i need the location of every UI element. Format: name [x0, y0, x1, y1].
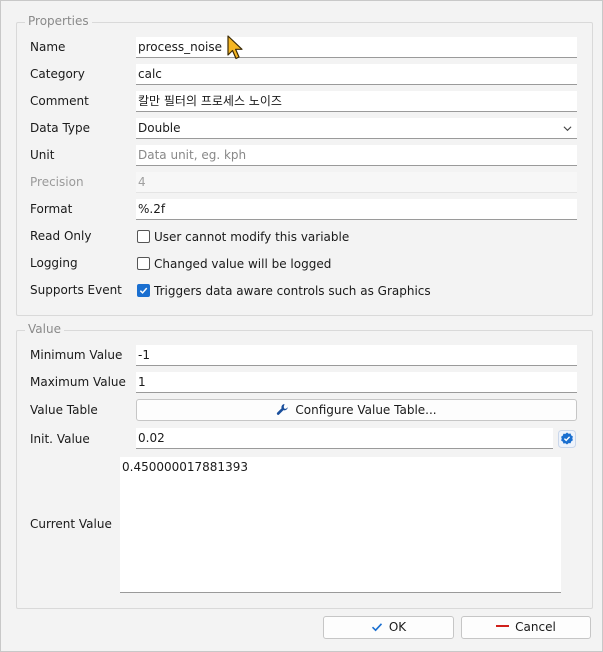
cursor-pointer-icon: [227, 35, 243, 60]
properties-group: Properties Name process_noise Category c…: [16, 14, 593, 316]
unit-field[interactable]: Data unit, eg. kph: [136, 145, 577, 166]
comment-label: Comment: [30, 94, 89, 108]
current-value-textarea[interactable]: 0.450000017881393: [120, 457, 561, 593]
configure-value-table-button[interactable]: Configure Value Table...: [136, 399, 577, 421]
precision-field: 4: [136, 172, 577, 193]
ok-button[interactable]: OK: [323, 616, 454, 639]
format-field[interactable]: %.2f: [136, 199, 577, 220]
supports-event-checkbox[interactable]: Triggers data aware controls such as Gra…: [137, 280, 431, 302]
check-icon: [139, 287, 148, 294]
current-value-label: Current Value: [30, 517, 112, 531]
value-group-title: Value: [25, 322, 64, 336]
name-label: Name: [30, 40, 66, 54]
min-value-label: Minimum Value: [30, 348, 123, 362]
current-value-text: 0.450000017881393: [122, 460, 248, 474]
category-field[interactable]: calc: [136, 64, 577, 85]
supports-event-checkbox-box[interactable]: [137, 284, 150, 297]
format-label: Format: [30, 202, 73, 216]
unit-label: Unit: [30, 148, 55, 162]
init-value-label: Init. Value: [30, 432, 90, 446]
verified-badge-icon[interactable]: [558, 430, 576, 448]
wrench-icon: [277, 403, 289, 415]
read-only-checkbox[interactable]: User cannot modify this variable: [137, 226, 349, 248]
cancel-button[interactable]: Cancel: [461, 616, 591, 639]
precision-label: Precision: [30, 175, 84, 189]
chevron-down-icon: [563, 126, 572, 132]
properties-group-title: Properties: [25, 14, 92, 28]
data-type-value: Double: [138, 121, 181, 135]
data-type-label: Data Type: [30, 121, 91, 135]
cancel-button-label: Cancel: [515, 620, 556, 634]
configure-value-table-label: Configure Value Table...: [295, 403, 437, 417]
supports-event-label: Supports Event: [30, 283, 122, 297]
comment-field[interactable]: 칼만 필터의 프로세스 노이즈: [136, 91, 577, 112]
read-only-checkbox-box[interactable]: [137, 230, 150, 243]
check-icon: [371, 622, 382, 631]
data-type-select[interactable]: Double: [136, 118, 577, 139]
logging-checkbox-box[interactable]: [137, 257, 150, 270]
min-value-field[interactable]: -1: [136, 345, 577, 366]
read-only-label: Read Only: [30, 229, 92, 243]
supports-event-checkbox-text: Triggers data aware controls such as Gra…: [154, 284, 431, 298]
read-only-checkbox-text: User cannot modify this variable: [154, 230, 350, 244]
minus-icon: [496, 624, 510, 627]
max-value-field[interactable]: 1: [136, 372, 577, 393]
ok-button-label: OK: [388, 620, 407, 634]
logging-checkbox-text: Changed value will be logged: [154, 257, 332, 271]
logging-checkbox[interactable]: Changed value will be logged: [137, 253, 331, 275]
verified-badge-svg: [558, 430, 576, 448]
logging-label: Logging: [30, 256, 78, 270]
value-table-label: Value Table: [30, 403, 98, 417]
init-value-field[interactable]: 0.02: [136, 428, 553, 449]
name-field[interactable]: process_noise: [136, 37, 577, 58]
category-label: Category: [30, 67, 85, 81]
variable-properties-dialog: Properties Name process_noise Category c…: [0, 0, 603, 652]
max-value-label: Maximum Value: [30, 375, 126, 389]
